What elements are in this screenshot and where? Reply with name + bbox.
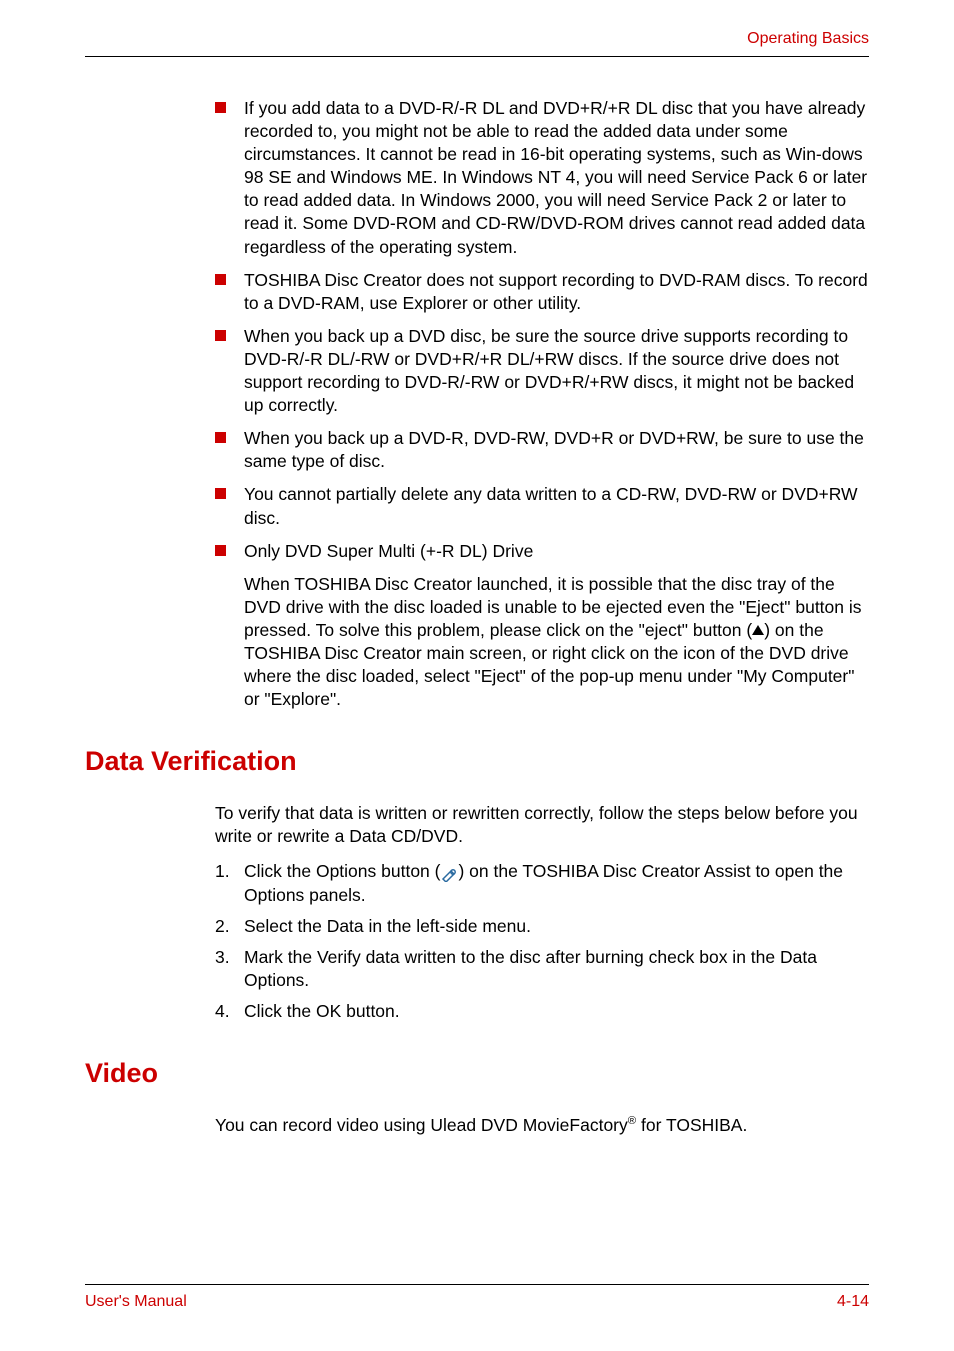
list-item: If you add data to a DVD-R/-R DL and DVD…	[215, 97, 869, 259]
data-verification-intro: To verify that data is written or rewrit…	[215, 802, 869, 848]
square-bullet-icon	[215, 488, 226, 499]
bullet-text: If you add data to a DVD-R/-R DL and DVD…	[244, 97, 869, 259]
square-bullet-icon	[215, 432, 226, 443]
bullet-text: When you back up a DVD disc, be sure the…	[244, 325, 869, 417]
options-wrench-icon	[440, 865, 458, 879]
square-bullet-icon	[215, 102, 226, 113]
bullet-text: You cannot partially delete any data wri…	[244, 483, 869, 529]
step-number: 1.	[215, 860, 244, 883]
bullet-text: TOSHIBA Disc Creator does not support re…	[244, 269, 869, 315]
list-item: 1. Click the Options button () on the TO…	[215, 860, 869, 906]
video-body: You can record video using Ulead DVD Mov…	[215, 1114, 869, 1137]
header-rule	[85, 56, 869, 57]
heading-video: Video	[85, 1058, 869, 1089]
list-item: 4. Click the OK button.	[215, 1000, 869, 1023]
text-segment: You can record video using Ulead DVD Mov…	[215, 1115, 628, 1135]
square-bullet-icon	[215, 274, 226, 285]
square-bullet-icon	[215, 545, 226, 556]
step-text: Click the OK button.	[244, 1000, 400, 1023]
step-number: 4.	[215, 1000, 244, 1023]
heading-data-verification: Data Verification	[85, 746, 869, 777]
step-number: 2.	[215, 915, 244, 938]
list-item: TOSHIBA Disc Creator does not support re…	[215, 269, 869, 315]
bullet-text: Only DVD Super Multi (+-R DL) Drive	[244, 540, 533, 563]
bullet-text: When you back up a DVD-R, DVD-RW, DVD+R …	[244, 427, 869, 473]
numbered-list: 1. Click the Options button () on the TO…	[215, 860, 869, 1023]
registered-trademark-icon: ®	[628, 1115, 636, 1127]
list-item: You cannot partially delete any data wri…	[215, 483, 869, 529]
list-item: Only DVD Super Multi (+-R DL) Drive	[215, 540, 869, 563]
bullet-continuation-text: When TOSHIBA Disc Creator launched, it i…	[244, 573, 869, 712]
list-item: When you back up a DVD-R, DVD-RW, DVD+R …	[215, 427, 869, 473]
footer-left: User's Manual	[85, 1293, 187, 1311]
step-number: 3.	[215, 946, 244, 969]
page-footer: User's Manual 4-14	[85, 1284, 869, 1311]
header-section-label: Operating Basics	[85, 30, 869, 48]
eject-triangle-icon	[752, 625, 764, 635]
footer-page-number: 4-14	[837, 1293, 869, 1311]
square-bullet-icon	[215, 330, 226, 341]
text-segment: for TOSHIBA.	[636, 1115, 747, 1135]
list-item: When you back up a DVD disc, be sure the…	[215, 325, 869, 417]
step-text: Mark the Verify data written to the disc…	[244, 946, 869, 992]
step-text: Select the Data in the left-side menu.	[244, 915, 531, 938]
step-text: Click the Options button () on the TOSHI…	[244, 860, 869, 906]
list-item: 2. Select the Data in the left-side menu…	[215, 915, 869, 938]
footer-rule	[85, 1284, 869, 1285]
bullet-list: If you add data to a DVD-R/-R DL and DVD…	[215, 97, 869, 563]
text-segment: Click the Options button (	[244, 861, 440, 881]
list-item: 3. Mark the Verify data written to the d…	[215, 946, 869, 992]
